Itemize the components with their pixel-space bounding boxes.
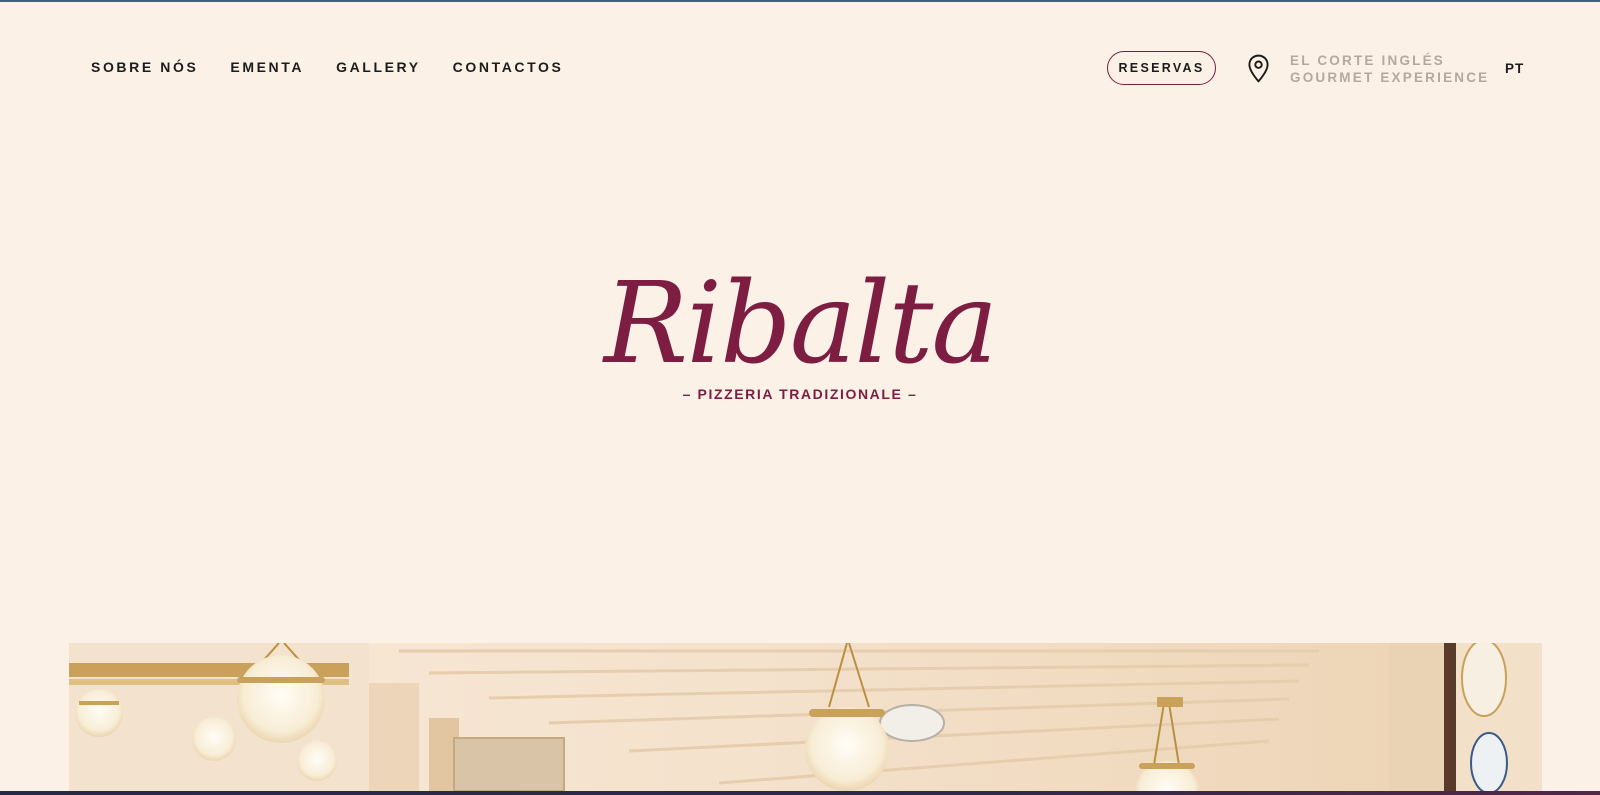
page: SOBRE NÓS EMENTA GALLERY CONTACTOS RESER… xyxy=(0,0,1600,795)
brand-tagline: – PIZZERIA TRADIZIONALE – xyxy=(682,386,918,402)
location-text: EL CORTE INGLÉS GOURMET EXPERIENCE xyxy=(1290,52,1489,86)
nav-link-contactos[interactable]: CONTACTOS xyxy=(453,59,564,75)
ribalta-logo: Ribalta xyxy=(602,259,998,372)
nav-link-sobre-nos[interactable]: SOBRE NÓS xyxy=(91,59,198,75)
bottom-bar xyxy=(0,791,1600,795)
map-pin-icon xyxy=(1248,54,1269,83)
language-selector[interactable]: PT xyxy=(1505,61,1524,76)
brand-block: Ribalta – PIZZERIA TRADIZIONALE – xyxy=(600,252,1000,402)
location-line-1: EL CORTE INGLÉS xyxy=(1290,53,1446,68)
hero-illustration xyxy=(69,643,1542,791)
top-navigation: SOBRE NÓS EMENTA GALLERY CONTACTOS RESER… xyxy=(0,2,1600,134)
nav-link-ementa[interactable]: EMENTA xyxy=(230,59,304,75)
location-line-2: GOURMET EXPERIENCE xyxy=(1290,70,1490,85)
hero-image-restaurant-interior xyxy=(69,643,1542,791)
location-link[interactable]: EL CORTE INGLÉS GOURMET EXPERIENCE xyxy=(1245,52,1489,86)
main-menu: SOBRE NÓS EMENTA GALLERY CONTACTOS xyxy=(91,59,595,75)
reservas-button[interactable]: RESERVAS xyxy=(1107,51,1216,85)
nav-link-gallery[interactable]: GALLERY xyxy=(336,59,421,75)
logo-wordmark: Ribalta xyxy=(602,259,996,372)
